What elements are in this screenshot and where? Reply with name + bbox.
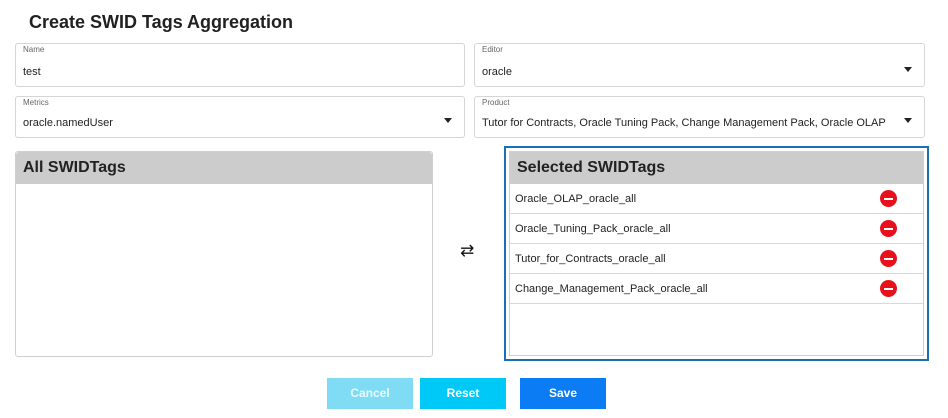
cancel-button[interactable]: Cancel <box>327 378 413 409</box>
metrics-select[interactable]: Metrics oracle.namedUser <box>15 96 465 138</box>
all-swidtags-list[interactable] <box>16 184 432 356</box>
list-item[interactable]: Change_Management_Pack_oracle_all <box>510 274 923 304</box>
chevron-down-icon[interactable] <box>904 118 912 123</box>
selected-swidtags-title: Selected SWIDTags <box>510 152 923 184</box>
editor-select[interactable]: Editor oracle <box>474 43 925 87</box>
swap-arrows-icon[interactable]: ⇄ <box>460 241 474 261</box>
reset-button[interactable]: Reset <box>420 378 506 409</box>
chevron-down-icon[interactable] <box>444 118 452 123</box>
list-item-label: Change_Management_Pack_oracle_all <box>515 283 708 295</box>
page-title: Create SWID Tags Aggregation <box>29 12 294 32</box>
name-field-value[interactable]: test <box>23 66 41 78</box>
remove-icon[interactable] <box>880 280 897 297</box>
remove-icon[interactable] <box>880 190 897 207</box>
list-item-label: Oracle_OLAP_oracle_all <box>515 193 637 205</box>
all-swidtags-title: All SWIDTags <box>16 152 432 184</box>
editor-select-label: Editor <box>482 45 503 54</box>
chevron-down-icon[interactable] <box>904 67 912 72</box>
list-item[interactable]: Oracle_Tuning_Pack_oracle_all <box>510 214 923 244</box>
remove-icon[interactable] <box>880 220 897 237</box>
save-button[interactable]: Save <box>520 378 606 409</box>
list-item[interactable]: Tutor_for_Contracts_oracle_all <box>510 244 923 274</box>
remove-icon[interactable] <box>880 250 897 267</box>
editor-select-value[interactable]: oracle <box>482 66 512 78</box>
list-item[interactable]: Oracle_OLAP_oracle_all <box>510 184 923 214</box>
product-select[interactable]: Product Tutor for Contracts, Oracle Tuni… <box>474 96 925 138</box>
metrics-select-label: Metrics <box>23 98 49 107</box>
name-field[interactable]: Name test <box>15 43 465 87</box>
list-item-label: Oracle_Tuning_Pack_oracle_all <box>515 223 671 235</box>
selected-swidtags-panel: Selected SWIDTags Oracle_OLAP_oracle_all… <box>504 146 929 361</box>
metrics-select-value[interactable]: oracle.namedUser <box>23 117 113 129</box>
name-field-label: Name <box>23 45 45 54</box>
all-swidtags-panel: All SWIDTags <box>15 151 433 357</box>
selected-swidtags-list[interactable]: Oracle_OLAP_oracle_all Oracle_Tuning_Pac… <box>510 184 923 304</box>
product-select-value[interactable]: Tutor for Contracts, Oracle Tuning Pack,… <box>482 117 886 129</box>
list-item-label: Tutor_for_Contracts_oracle_all <box>515 253 666 265</box>
product-select-label: Product <box>482 98 510 107</box>
